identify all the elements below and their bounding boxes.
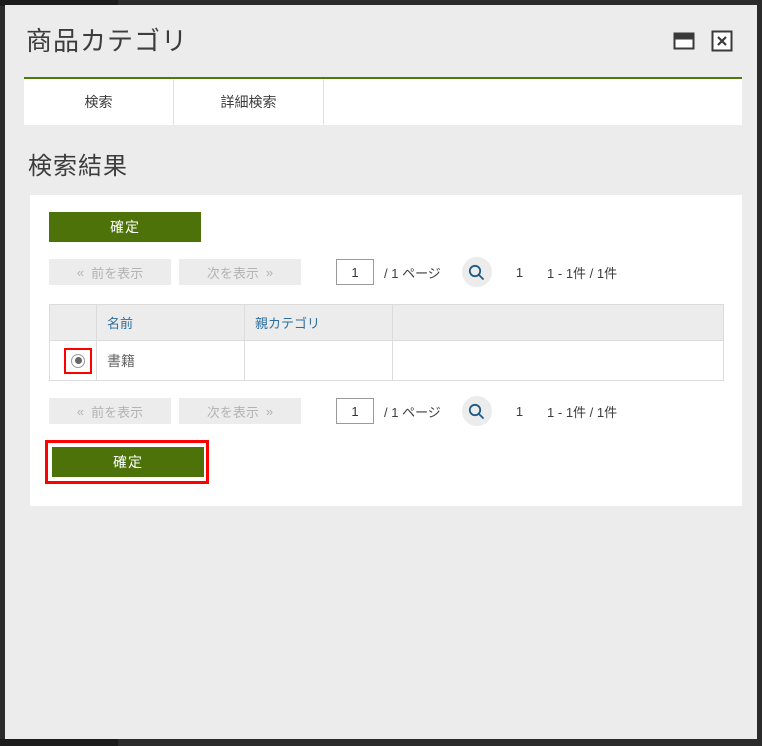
page-total-label-bottom: / 1 ページ xyxy=(384,404,441,420)
column-header-extra xyxy=(392,304,724,341)
prev-chevron-icon: « xyxy=(76,403,85,419)
prev-chevron-icon: « xyxy=(76,264,85,280)
page-number-input-top[interactable] xyxy=(336,259,374,285)
page-number-input-bottom[interactable] xyxy=(336,398,374,424)
search-results-heading: 検索結果 xyxy=(28,153,128,180)
tab-search[interactable]: 検索 xyxy=(24,79,174,125)
column-header-select xyxy=(49,304,97,341)
search-page-button-bottom[interactable] xyxy=(461,396,492,426)
results-table: 名前 親カテゴリ 書籍 xyxy=(49,304,724,381)
page-title: 商品カテゴリ xyxy=(26,26,189,56)
search-icon xyxy=(469,403,485,419)
confirm-top-wrapper: 確定 xyxy=(49,212,742,242)
application-viewport: 商品カテゴリ 検索 詳細検索 検索結果 確定 « 前を表示 次を表示 » 1 /… xyxy=(5,5,757,739)
column-header-name: 名前 xyxy=(96,304,245,341)
next-chevron-icon: » xyxy=(265,403,274,419)
application-frame: 商品カテゴリ 検索 詳細検索 検索結果 確定 « 前を表示 次を表示 » 1 /… xyxy=(0,0,762,746)
tab-advanced-search[interactable]: 詳細検索 xyxy=(174,79,324,125)
column-header-parent-category: 親カテゴリ xyxy=(244,304,393,341)
current-page-indicator-bottom: 1 xyxy=(515,403,524,419)
search-icon xyxy=(469,264,485,280)
search-results-card: 確定 « 前を表示 次を表示 » / 1 ページ xyxy=(30,195,742,506)
current-page-indicator-top: 1 xyxy=(515,264,524,280)
table-header-row: 名前 親カテゴリ xyxy=(49,304,724,341)
prev-page-button-top[interactable]: « 前を表示 xyxy=(49,259,171,285)
pagination-top: « 前を表示 次を表示 » / 1 ページ 1 1 - 1件 / 1件 xyxy=(49,257,742,287)
prev-page-button-bottom[interactable]: « 前を表示 xyxy=(49,398,171,424)
prev-page-label: 前を表示 xyxy=(91,404,144,420)
tab-bar: 検索 詳細検索 xyxy=(24,77,742,125)
restore-window-icon[interactable] xyxy=(673,30,695,52)
title-bar: 商品カテゴリ xyxy=(5,5,757,77)
row-cell-extra xyxy=(392,340,724,381)
result-count-bottom: 1 - 1件 / 1件 xyxy=(547,404,618,420)
row-cell-name: 書籍 xyxy=(96,340,245,381)
row-radio-highlight[interactable] xyxy=(64,347,92,374)
next-page-button-top[interactable]: 次を表示 » xyxy=(179,259,301,285)
next-page-label: 次を表示 xyxy=(206,404,259,420)
confirm-bottom-highlight: 確定 xyxy=(45,440,209,484)
tab-bar-filler xyxy=(324,79,742,125)
pagination-bottom: « 前を表示 次を表示 » / 1 ページ 1 1 - 1件 / 1件 xyxy=(49,396,742,426)
row-cell-parent-category xyxy=(244,340,393,381)
result-count-top: 1 - 1件 / 1件 xyxy=(547,265,618,281)
confirm-button-top[interactable]: 確定 xyxy=(49,212,201,242)
close-icon[interactable] xyxy=(711,30,733,52)
next-page-label: 次を表示 xyxy=(206,265,259,281)
confirm-button-bottom[interactable]: 確定 xyxy=(52,447,204,477)
prev-page-label: 前を表示 xyxy=(91,265,144,281)
window-controls xyxy=(673,30,739,52)
row-select-cell[interactable] xyxy=(49,340,97,381)
row-radio-button[interactable] xyxy=(71,353,85,368)
next-chevron-icon: » xyxy=(265,264,274,280)
search-page-button-top[interactable] xyxy=(461,257,492,287)
next-page-button-bottom[interactable]: 次を表示 » xyxy=(179,398,301,424)
frame-notch-bottom xyxy=(0,739,118,746)
page-total-label-top: / 1 ページ xyxy=(384,265,441,281)
table-row[interactable]: 書籍 xyxy=(49,340,724,381)
